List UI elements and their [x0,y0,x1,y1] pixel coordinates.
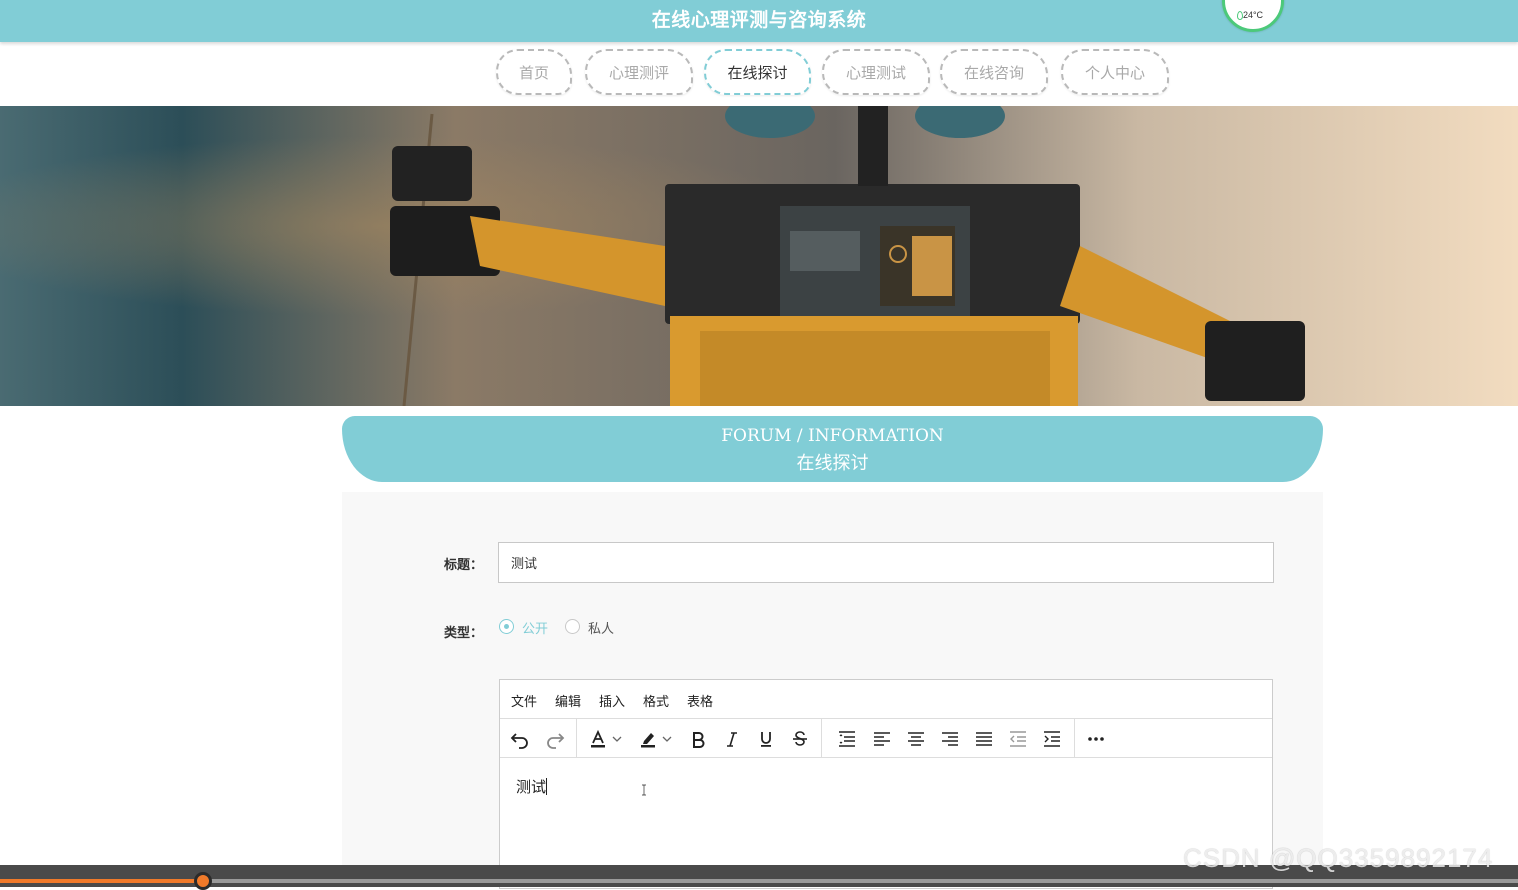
toolbar-divider [576,719,577,757]
highlight-icon[interactable] [634,725,662,753]
video-seek-handle[interactable] [194,872,212,890]
text-caret [546,778,548,795]
menu-insert[interactable]: 插入 [599,691,625,710]
undo-icon[interactable] [506,725,534,753]
type-label: 类型： [444,626,484,641]
nav-item-psych-test[interactable]: 心理测试 [822,49,930,95]
section-title-en: FORUM / INFORMATION [721,426,944,446]
font-color-icon[interactable] [584,725,612,753]
strikethrough-icon[interactable] [786,725,814,753]
editor-menubar: 文件 编辑 插入 格式 表格 [500,680,1272,719]
banner-image [0,106,1518,406]
toolbar-divider [1074,719,1075,757]
top-bar: 在线心理评测与咨询系统 24°C [0,0,1518,42]
menu-format[interactable]: 格式 [643,691,669,710]
title-input[interactable] [498,542,1274,583]
align-left-icon[interactable] [868,725,896,753]
nav-item-forum[interactable]: 在线探讨 [704,49,811,95]
radio-private-label[interactable]: 私人 [588,618,614,637]
more-icon[interactable] [1082,725,1110,753]
indent-icon[interactable] [1038,725,1066,753]
chevron-down-icon[interactable] [610,725,624,753]
italic-icon[interactable] [718,725,746,753]
editor-content-text: 测试 [516,778,547,796]
outdent-icon[interactable] [1004,725,1032,753]
nav-item-home[interactable]: 首页 [496,49,572,95]
section-title-cn: 在线探讨 [796,453,869,474]
video-progress-fill [0,879,203,883]
align-center-icon[interactable] [902,725,930,753]
site-title: 在线心理评测与咨询系统 [651,9,867,31]
menu-file[interactable]: 文件 [511,691,537,710]
rich-text-editor: 文件 编辑 插入 格式 表格 测试 [499,679,1273,889]
video-seek-track[interactable] [0,879,1518,883]
main-nav: 首页 心理测评 在线探讨 心理测试 在线咨询 个人中心 [0,49,1518,97]
editor-toolbar [500,719,1272,758]
nav-item-personal-center[interactable]: 个人中心 [1061,49,1169,95]
radio-private[interactable] [565,619,580,634]
weather-temperature: 24°C [1242,10,1264,20]
radio-public-label[interactable]: 公开 [522,618,548,637]
editor-content[interactable]: 测试 [516,776,548,797]
radio-public[interactable] [499,619,514,634]
underline-icon[interactable] [752,725,780,753]
line-spacing-icon[interactable] [833,725,861,753]
toolbar-divider [821,719,822,757]
text-cursor-icon [642,784,646,796]
menu-edit[interactable]: 编辑 [555,691,581,710]
watermark-text: CSDN @QQ3359892174 [1183,843,1494,873]
chevron-down-icon[interactable] [660,725,674,753]
nav-item-consultation[interactable]: 在线咨询 [940,49,1048,95]
nav-item-assessment[interactable]: 心理测评 [585,49,693,95]
bold-icon[interactable] [684,725,712,753]
align-right-icon[interactable] [936,725,964,753]
title-label: 标题： [444,558,484,573]
section-header: FORUM / INFORMATION 在线探讨 [342,416,1323,482]
redo-icon[interactable] [541,725,569,753]
menu-table[interactable]: 表格 [687,691,713,710]
justify-icon[interactable] [970,725,998,753]
